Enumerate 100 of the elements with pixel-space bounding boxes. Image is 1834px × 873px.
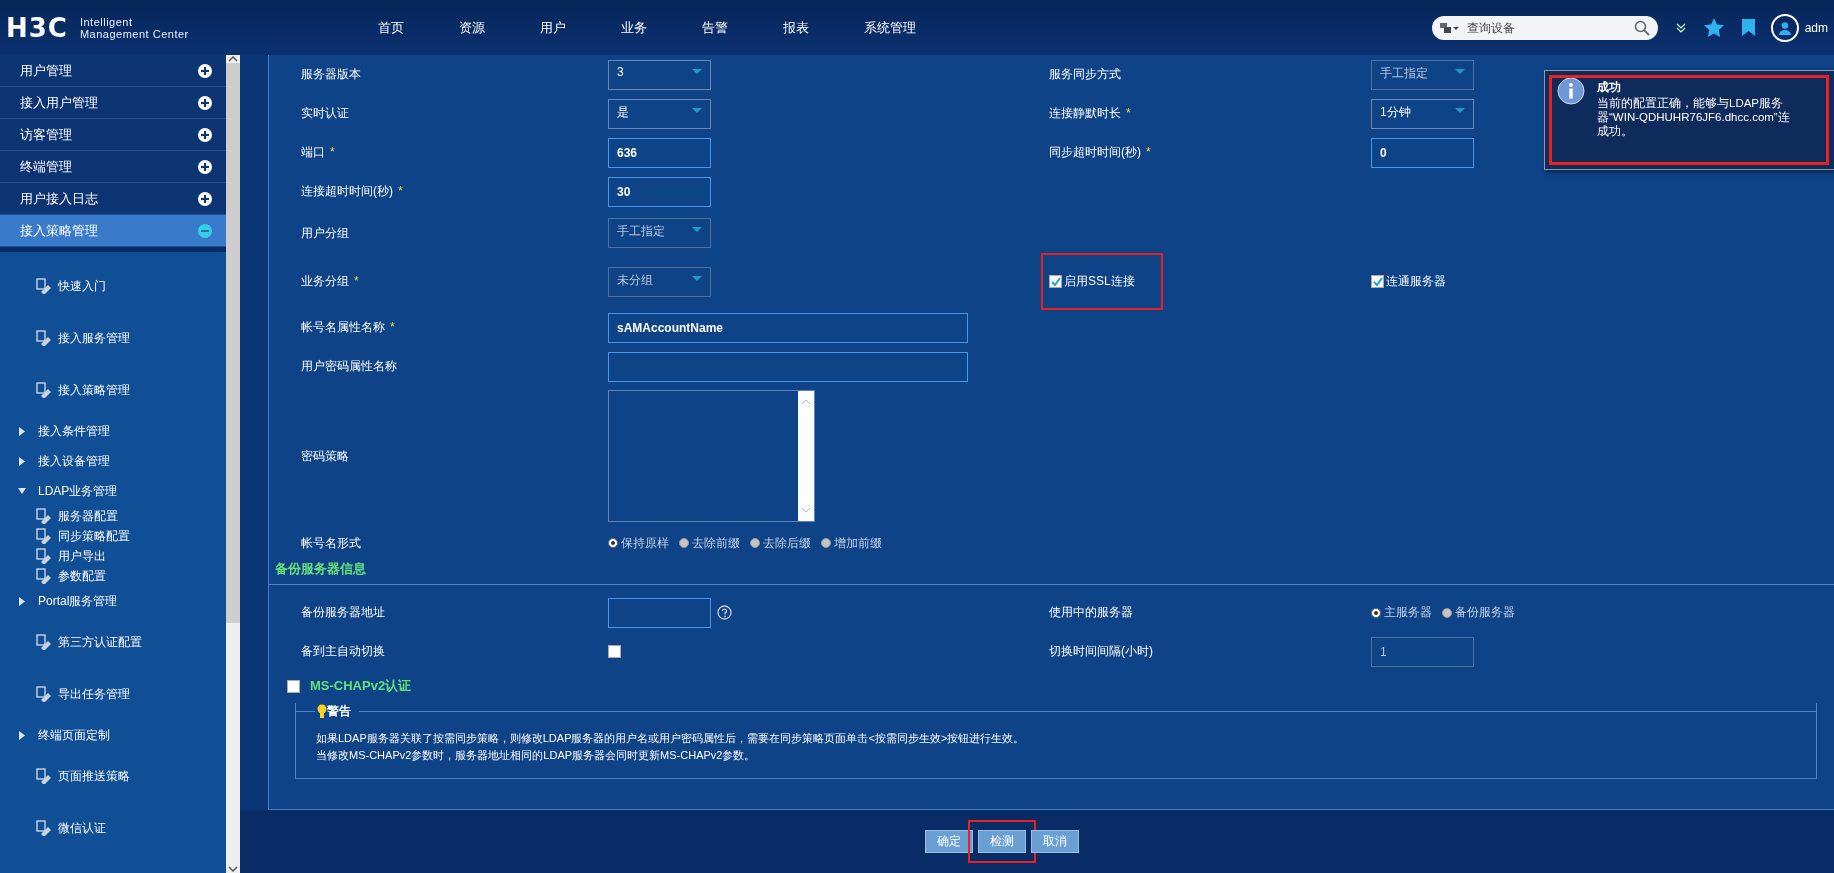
toast-text: 器“WIN-QDHUHR76JF6.dhcc.com”连 — [1597, 111, 1790, 124]
dropdown[interactable]: 3 — [608, 59, 711, 90]
sidebar-section[interactable]: 用户管理 — [0, 55, 226, 87]
radio-option[interactable]: 去除后缀 — [750, 534, 811, 552]
field-label: 备到主自动切换 — [301, 643, 386, 660]
radio-option[interactable]: 保持原样 — [608, 534, 669, 552]
sidebar-group[interactable]: 接入条件管理 — [0, 416, 226, 446]
input-field[interactable]: sAMAccountName — [608, 312, 968, 343]
plus-circle-icon[interactable] — [198, 63, 212, 78]
user-avatar[interactable] — [1770, 13, 1799, 42]
document-wrench-icon — [36, 820, 52, 836]
input-field[interactable]: 636 — [608, 137, 711, 168]
sidebar-section[interactable]: 用户接入日志 — [0, 183, 226, 215]
bookmark-icon[interactable] — [1741, 19, 1755, 36]
sidebar-link[interactable]: 参数配置 — [0, 566, 226, 586]
sidebar-group[interactable]: LDAP业务管理 — [0, 476, 226, 506]
checkbox[interactable]: MS-CHAPv2认证 — [269, 671, 1834, 695]
field-label: 备份服务器地址 — [301, 604, 386, 621]
radio-option[interactable]: 去除前缀 — [679, 534, 740, 552]
search-field[interactable]: 查询设备 — [1431, 15, 1658, 40]
input-field[interactable]: 0 — [1371, 137, 1474, 168]
field-label: 用户密码属性名称 — [301, 358, 398, 375]
star-icon[interactable] — [1703, 18, 1724, 37]
nav-link[interactable]: 用户 — [539, 18, 621, 37]
sidebar-group[interactable]: 接入设备管理 — [0, 446, 226, 476]
field-label: 业务分组 * — [301, 273, 360, 290]
sidebar-group[interactable]: Portal服务管理 — [0, 586, 226, 616]
search-icon[interactable] — [1633, 19, 1650, 36]
warning-title: 警告 — [327, 703, 351, 720]
field-label: 连接静默时长 * — [1049, 105, 1132, 122]
warning-text: 当修改MS-CHAPv2参数时，服务器地址相同的LDAP服务器会同时更新MS-CHAPv2参数。 — [316, 748, 757, 763]
search-input[interactable]: 查询设备 — [1464, 19, 1629, 36]
input-field[interactable] — [608, 597, 711, 628]
document-wrench-icon — [36, 686, 52, 702]
sidebar-link[interactable]: 页面推送策略 — [0, 750, 226, 802]
nav-link[interactable]: 资源 — [458, 18, 540, 37]
radio-option[interactable]: 主服务器 — [1371, 604, 1432, 621]
checkbox[interactable]: 连通服务器 — [1371, 273, 1446, 290]
dropdown[interactable]: 1分钟 — [1371, 98, 1474, 129]
sidebar-link[interactable]: 接入服务管理 — [0, 312, 226, 364]
input-field[interactable]: 30 — [608, 176, 711, 207]
nav-link[interactable]: 系统管理 — [863, 18, 945, 37]
sidebar-section[interactable]: 终端管理 — [0, 151, 226, 183]
triangle-right-icon[interactable] — [18, 456, 26, 466]
minus-circle-icon[interactable] — [198, 223, 212, 238]
nav-link[interactable]: 告警 — [701, 18, 783, 37]
sidebar-section[interactable]: 接入用户管理 — [0, 87, 226, 119]
triangle-right-icon[interactable] — [18, 596, 26, 606]
help-icon[interactable] — [717, 605, 732, 620]
sidebar-link[interactable]: 用户导出 — [0, 546, 226, 566]
sidebar-link[interactable]: 同步策略配置 — [0, 526, 226, 546]
dropdown[interactable]: 是 — [608, 98, 711, 129]
checkmark-icon[interactable] — [1372, 276, 1383, 287]
toast-title: 成功 — [1597, 79, 1622, 96]
nav-link[interactable]: 首页 — [377, 18, 459, 37]
scroll-up-icon[interactable] — [228, 55, 238, 63]
sidebar-link[interactable]: 微信认证 — [0, 802, 226, 854]
radio-button[interactable] — [679, 538, 689, 548]
plus-circle-icon[interactable] — [198, 127, 212, 142]
input-field[interactable] — [608, 351, 968, 382]
radio-option[interactable]: 增加前缀 — [821, 534, 882, 552]
device-icon[interactable] — [1439, 21, 1460, 34]
radio-button[interactable] — [608, 538, 618, 548]
nav-link[interactable]: 报表 — [782, 18, 864, 37]
checkmark-icon[interactable] — [1050, 276, 1061, 287]
sidebar-link[interactable]: 第三方认证配置 — [0, 616, 226, 668]
radio-button[interactable] — [1371, 607, 1381, 618]
sidebar-link[interactable]: 快速入门 — [0, 260, 226, 312]
radio-button[interactable] — [1442, 607, 1452, 618]
radio-button[interactable] — [821, 538, 831, 548]
radio-button[interactable] — [750, 538, 760, 548]
checkbox[interactable] — [608, 645, 621, 658]
lightbulb-icon — [317, 704, 327, 719]
scroll-down-icon[interactable] — [228, 865, 238, 873]
plus-circle-icon[interactable] — [198, 95, 212, 110]
field-label: 使用中的服务器 — [1049, 604, 1134, 621]
sidebar-link[interactable]: 接入策略管理 — [0, 364, 226, 416]
user-name[interactable]: adm — [1804, 20, 1828, 35]
nav-link[interactable]: 业务 — [620, 18, 702, 37]
document-wrench-icon — [36, 508, 52, 524]
field-label: 服务同步方式 — [1049, 66, 1122, 83]
sidebar-section[interactable]: 接入策略管理 — [0, 215, 226, 247]
field-label: 帐号名属性名称 * — [301, 319, 396, 336]
checkbox[interactable]: 启用SSL连接 — [1043, 255, 1161, 308]
scrollbar[interactable] — [226, 55, 240, 873]
sidebar-link[interactable]: 导出任务管理 — [0, 668, 226, 720]
double-chevron-down-icon[interactable] — [1675, 21, 1686, 34]
triangle-right-icon[interactable] — [18, 426, 26, 436]
plus-circle-icon[interactable] — [198, 159, 212, 174]
triangle-down-icon[interactable] — [18, 486, 26, 496]
triangle-right-icon[interactable] — [18, 730, 26, 740]
sidebar-group[interactable]: 终端页面定制 — [0, 720, 226, 750]
sidebar-section[interactable]: 访客管理 — [0, 119, 226, 151]
sidebar-link[interactable]: 服务器配置 — [0, 506, 226, 526]
field-label: 用户分组 — [301, 224, 350, 242]
radio-option[interactable]: 备份服务器 — [1442, 604, 1515, 621]
logo: H3C — [6, 12, 68, 43]
document-wrench-icon — [36, 382, 52, 398]
document-wrench-icon — [36, 278, 52, 294]
plus-circle-icon[interactable] — [198, 191, 212, 206]
